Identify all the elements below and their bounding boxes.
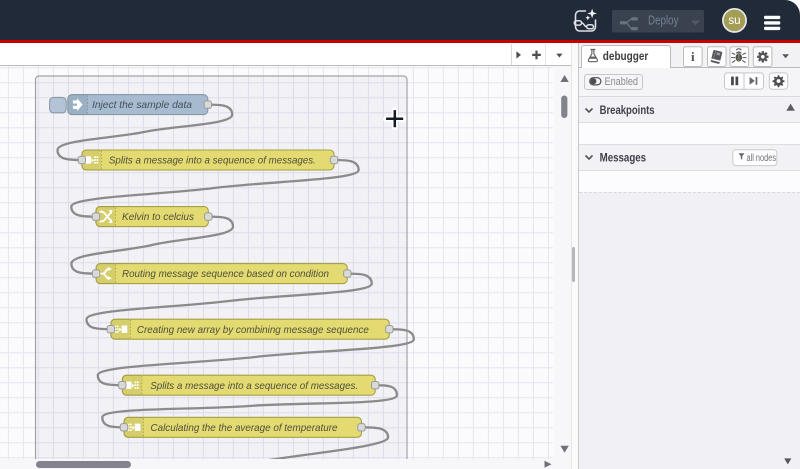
svg-text:Breakpoints: Breakpoints — [599, 104, 654, 116]
svg-text:i: i — [690, 49, 694, 64]
svg-text:debugger: debugger — [602, 49, 648, 63]
svg-text:Routing message sequence based: Routing message sequence based on condit… — [122, 269, 329, 280]
svg-text:Creating new array by combinin: Creating new array by combining message … — [137, 325, 369, 336]
svg-text:Kelvin to celcius: Kelvin to celcius — [122, 212, 194, 223]
svg-text:Splits a message into a sequen: Splits a message into a sequence of mess… — [109, 156, 316, 167]
svg-text:all nodes: all nodes — [746, 153, 776, 164]
svg-text:Splits a message into a sequen: Splits a message into a sequence of mess… — [150, 381, 358, 392]
svg-text:su: su — [728, 14, 740, 27]
svg-text:Messages: Messages — [599, 153, 646, 165]
svg-text:Calculating the the average of: Calculating the the average of temperatu… — [151, 423, 338, 434]
svg-text:Enabled: Enabled — [604, 75, 638, 87]
svg-text:Inject the sample data: Inject the sample data — [92, 100, 192, 111]
svg-text:Deploy: Deploy — [648, 13, 679, 28]
